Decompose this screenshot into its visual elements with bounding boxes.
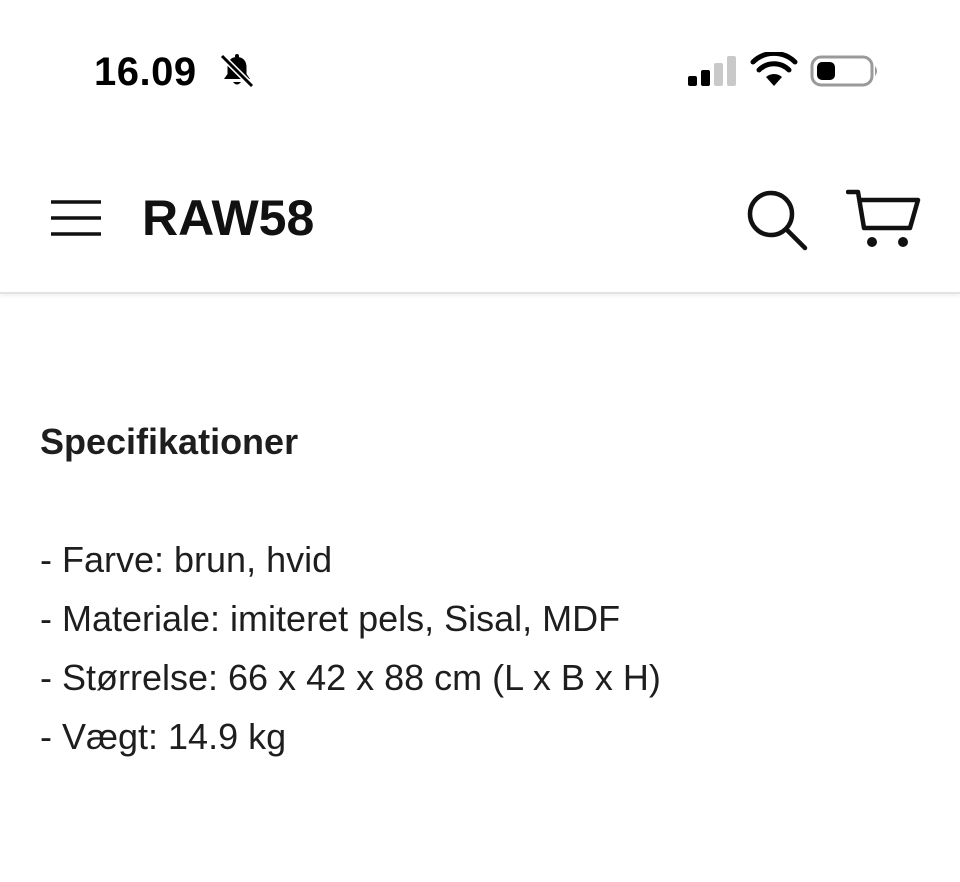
specifications-section: Specifikationer - Farve: brun, hvid - Ma… — [40, 414, 920, 757]
status-bar: 16.09 — [0, 0, 960, 140]
spec-item-size: - Størrelse: 66 x 42 x 88 cm (L x B x H) — [40, 657, 661, 698]
hamburger-icon[interactable] — [48, 196, 104, 240]
section-heading: Specifikationer — [40, 421, 299, 462]
search-icon[interactable] — [744, 188, 810, 252]
battery-icon — [810, 55, 877, 87]
bell-slash-icon — [219, 53, 255, 89]
screen: 16.09 RAW58 Specifikationer - Farve: bru… — [0, 0, 960, 882]
wifi-icon — [750, 52, 798, 86]
spec-item-weight: - Vægt: 14.9 kg — [40, 716, 287, 757]
spec-list: - Farve: brun, hvid - Materiale: imitere… — [40, 530, 661, 766]
cart-icon[interactable] — [846, 186, 922, 252]
brand-logo[interactable]: RAW58 — [142, 188, 314, 248]
spec-item-material: - Materiale: imiteret pels, Sisal, MDF — [40, 598, 621, 639]
status-time: 16.09 — [94, 50, 197, 94]
spec-item-color: - Farve: brun, hvid — [40, 539, 333, 580]
cellular-signal-icon — [688, 56, 736, 86]
site-header: RAW58 — [0, 140, 960, 294]
